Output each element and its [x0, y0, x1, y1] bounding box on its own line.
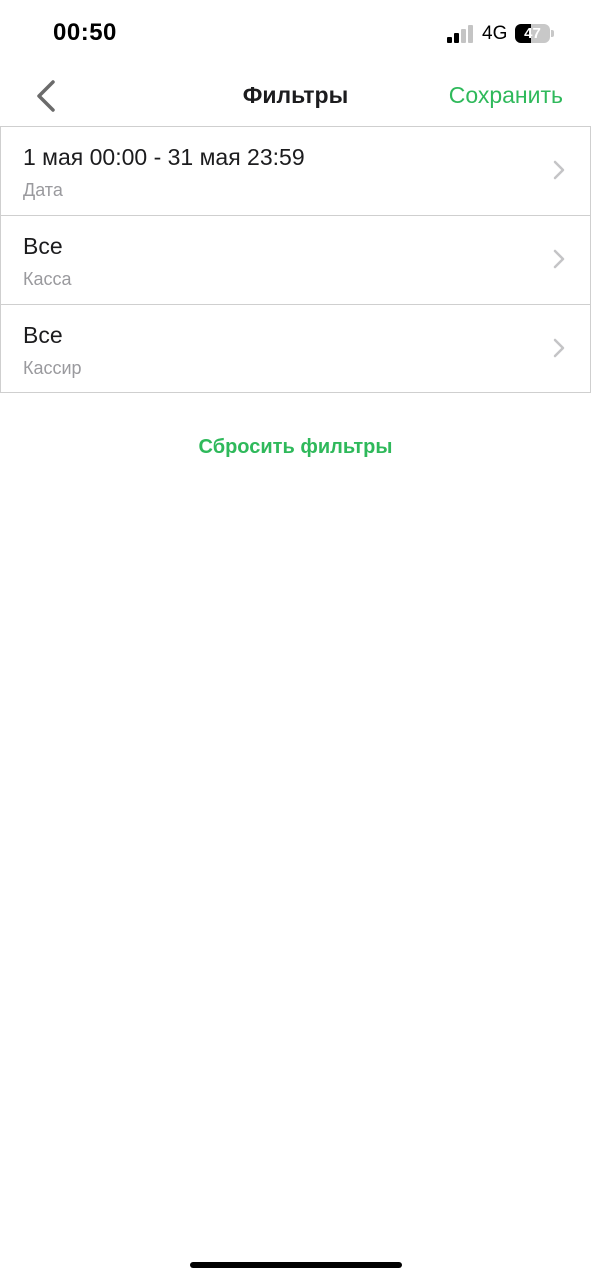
signal-bar — [461, 29, 466, 43]
filter-value: Все — [23, 322, 63, 348]
battery-level: 47 — [524, 25, 541, 42]
signal-bar — [447, 37, 452, 43]
signal-bar — [468, 25, 473, 43]
chevron-right-icon — [553, 338, 565, 358]
filter-label: Кассир — [23, 358, 82, 378]
battery-cap — [551, 30, 554, 37]
filter-value: 1 мая 00:00 - 31 мая 23:59 — [23, 144, 305, 170]
filter-row-cashier[interactable]: Все Кассир — [0, 304, 591, 393]
battery-icon: 47 — [515, 24, 550, 43]
filter-label: Дата — [23, 180, 63, 200]
signal-bar — [454, 33, 459, 43]
filter-row-date[interactable]: 1 мая 00:00 - 31 мая 23:59 Дата — [0, 126, 591, 215]
signal-strength-icon — [447, 25, 475, 43]
save-button[interactable]: Сохранить — [449, 82, 563, 109]
chevron-right-icon — [553, 249, 565, 269]
home-indicator[interactable] — [190, 1262, 402, 1268]
filter-label: Касса — [23, 269, 72, 289]
filter-list: 1 мая 00:00 - 31 мая 23:59 Дата Все Касс… — [0, 126, 591, 393]
status-time: 00:50 — [53, 19, 117, 46]
filters-screen: 00:50 4G 47 Фильтры Сохранить 1 мая 00:0… — [0, 0, 591, 1280]
filter-value: Все — [23, 233, 63, 259]
filter-row-register[interactable]: Все Касса — [0, 215, 591, 304]
reset-filters-button[interactable]: Сбросить фильтры — [0, 436, 591, 459]
nav-bar: Фильтры Сохранить — [0, 68, 591, 126]
network-type: 4G — [482, 23, 508, 44]
status-bar: 00:50 4G 47 — [0, 0, 591, 68]
chevron-right-icon — [553, 160, 565, 180]
